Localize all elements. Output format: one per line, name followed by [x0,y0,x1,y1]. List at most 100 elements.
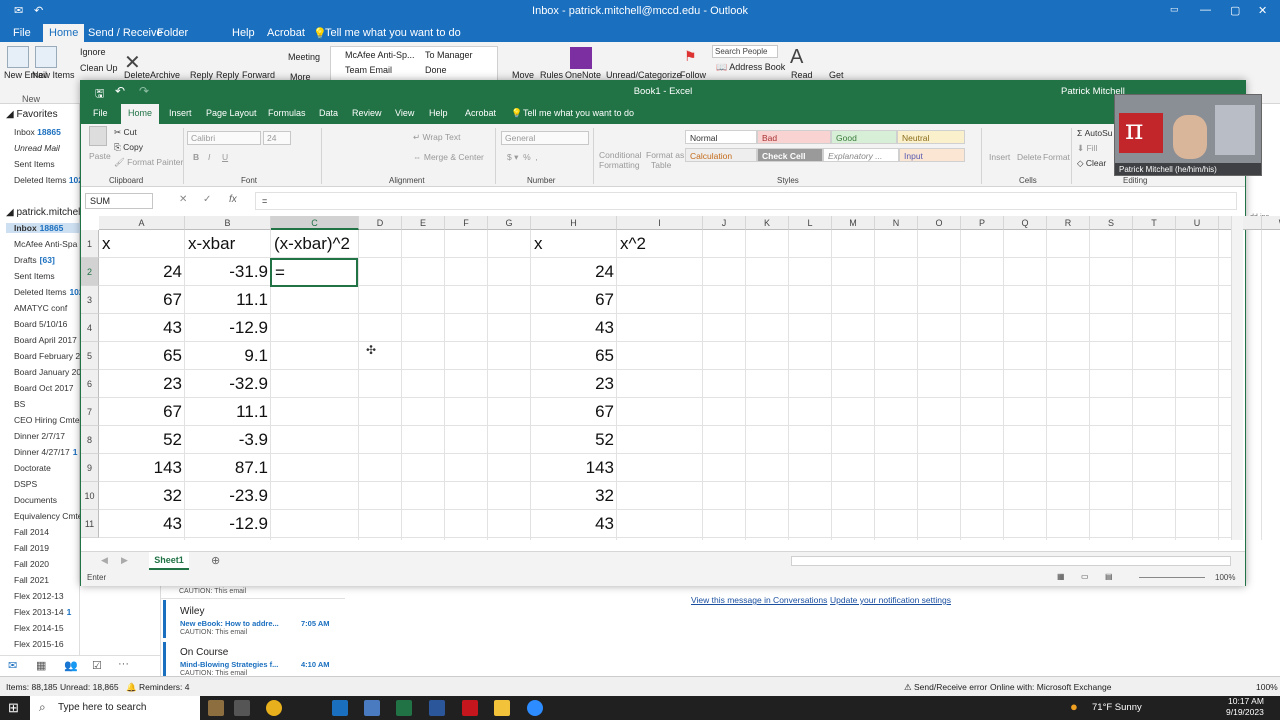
row-header[interactable]: 2 [81,258,99,286]
currency-button[interactable]: $ ▾ % , [507,152,538,163]
row-header[interactable]: 9 [81,454,99,482]
delete-button[interactable]: Delete [124,70,150,80]
style-calculation[interactable]: Calculation [685,148,757,162]
cell-H2[interactable]: 24 [531,258,617,286]
tab-folder[interactable]: Folder [157,27,188,39]
quick-step-mcafee[interactable]: McAfee Anti-Sp... [345,50,415,60]
next-sheet-icon[interactable]: ▶ [121,555,128,566]
cancel-entry-icon[interactable]: ✕ [179,194,187,205]
cell-A11[interactable]: 43 [99,510,185,538]
fill-button[interactable]: ⬇ Fill [1077,143,1097,154]
fav-deleted-items[interactable]: Deleted Items 102 [14,175,83,185]
folder-item[interactable]: Equivalency Cmte [14,511,86,521]
close-icon[interactable]: ✕ [1258,4,1267,17]
get-addins-button[interactable]: Get [829,70,844,80]
cell-H10[interactable]: 32 [531,482,617,510]
column-header[interactable]: E [402,216,445,230]
tell-me-search[interactable]: Tell me what you want to do [523,108,634,118]
move-button[interactable]: Move [512,70,534,80]
folder-item[interactable]: Fall 2021 [14,575,52,585]
list-item[interactable]: Wiley New eBook: How to addre... 7:05 AM… [163,600,345,638]
column-header[interactable]: L [789,216,832,230]
column-header[interactable]: P [961,216,1004,230]
follow-up-button[interactable]: Follow [680,70,706,80]
underline-button[interactable]: U [222,152,228,162]
merge-center-button[interactable]: ⇔ Merge & Center [413,152,484,162]
folder-item[interactable]: Board 5/10/16 [14,319,70,329]
format-painter-button[interactable]: 🖌 Format Painter [114,157,183,168]
row-header[interactable]: 8 [81,426,99,454]
bold-button[interactable]: B [193,152,199,162]
active-cell-C2[interactable]: = [270,258,358,287]
column-header[interactable]: G [488,216,531,230]
column-header[interactable]: M [832,216,875,230]
cell-B3[interactable]: 11.1 [185,286,271,314]
tab-formulas[interactable]: Formulas [268,108,306,118]
cell-A3[interactable]: 67 [99,286,185,314]
folder-item[interactable]: Inbox 18865 [6,223,80,233]
cell-A6[interactable]: 23 [99,370,185,398]
worksheet-grid[interactable]: ABCDEFGHIJKLMNOPQRSTUVW1234567891011=xx-… [81,216,1280,540]
folder-item[interactable]: Dinner 2/7/17 [14,431,68,441]
row-header[interactable]: 1 [81,230,99,258]
column-header[interactable]: H [531,216,617,230]
rules-button[interactable]: Rules [540,70,563,80]
row-header[interactable]: 5 [81,342,99,370]
quick-step-to-manager[interactable]: To Manager [425,50,473,60]
folder-item[interactable]: Flex 2015-16 [14,639,67,649]
tab-file[interactable]: File [93,108,108,118]
style-normal[interactable]: Normal [685,130,757,144]
tab-acrobat[interactable]: Acrobat [465,108,496,118]
categorize-button[interactable]: Categorize [638,70,682,80]
normal-view-icon[interactable]: ▦ [1057,572,1065,581]
outlook-taskbar-icon[interactable] [332,700,348,716]
archive-button[interactable]: Archive [150,70,180,80]
calendar-icon[interactable]: ▦ [36,659,46,672]
cell-H8[interactable]: 52 [531,426,617,454]
folder-item[interactable]: Board February 20 [14,351,88,361]
folder-item[interactable]: Dinner 4/27/17 1 [14,447,78,457]
copy-button[interactable]: ⎘ Copy [114,142,143,153]
column-header[interactable]: K [746,216,789,230]
forward-button[interactable]: Forward [242,70,275,80]
folder-item[interactable]: Drafts [63] [14,255,55,265]
clock-time[interactable]: 10:17 AM [1228,696,1264,706]
new-items-button[interactable]: New Items [32,70,75,80]
insert-cells-button[interactable]: Insert [989,152,1010,162]
app-icon[interactable] [364,700,380,716]
fav-unread-mail[interactable]: Unread Mail [14,143,60,153]
ribbon-display-icon[interactable]: ▭ [1170,4,1179,15]
windows-start-icon[interactable]: ⊞ [8,700,19,716]
more-apps-icon[interactable]: ··· [118,658,129,670]
name-box[interactable]: SUM [85,193,153,209]
cell-B7[interactable]: 11.1 [185,398,271,426]
paste-button[interactable]: Paste [89,151,111,161]
cut-button[interactable]: ✂ Cut [114,127,137,138]
page-layout-view-icon[interactable]: ▭ [1081,572,1089,581]
search-people-input[interactable]: Search People [712,45,778,58]
style-good[interactable]: Good [831,130,897,144]
add-sheet-icon[interactable]: ⊕ [211,554,220,567]
cell-B6[interactable]: -32.9 [185,370,271,398]
mail-icon[interactable]: ✉ [8,659,17,672]
folder-item[interactable]: Fall 2014 [14,527,52,537]
cell-H3[interactable]: 67 [531,286,617,314]
page-break-view-icon[interactable]: ▤ [1105,572,1113,581]
row-header[interactable]: 3 [81,286,99,314]
clear-button[interactable]: ◇ Clear [1077,158,1106,169]
meeting-button[interactable]: Meeting [288,52,320,62]
cell-A4[interactable]: 43 [99,314,185,342]
folder-item[interactable]: Flex 2012-13 [14,591,67,601]
chrome-icon[interactable] [266,700,282,716]
folder-item[interactable]: Fall 2020 [14,559,52,569]
folder-item[interactable]: DSPS [14,479,40,489]
word-taskbar-icon[interactable] [429,700,445,716]
zoom-slider[interactable] [1139,577,1205,578]
horizontal-scrollbar[interactable] [791,556,1231,566]
tab-data[interactable]: Data [319,108,338,118]
acrobat-taskbar-icon[interactable] [462,700,478,716]
clean-up-button[interactable]: Clean Up [80,63,118,73]
folder-item[interactable]: Flex 2014-15 [14,623,67,633]
style-check-cell[interactable]: Check Cell [757,148,823,162]
tab-page-layout[interactable]: Page Layout [206,108,257,118]
